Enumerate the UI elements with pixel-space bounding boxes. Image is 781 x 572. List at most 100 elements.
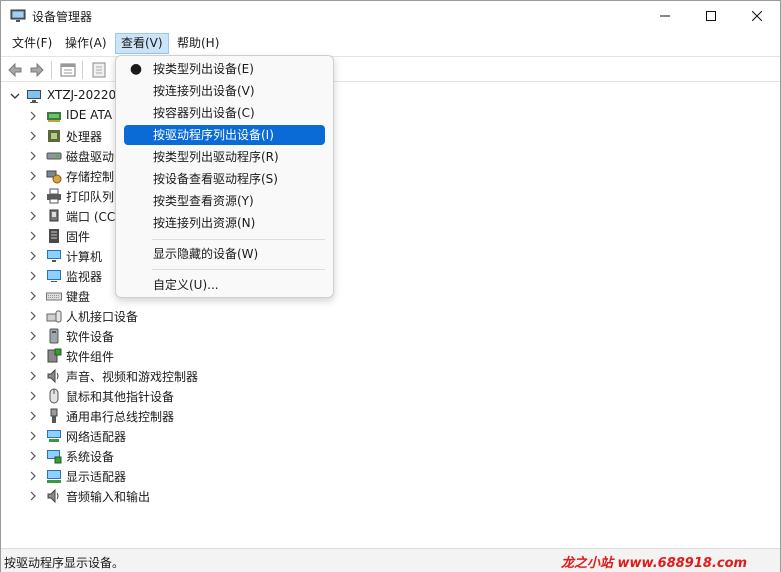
- close-button[interactable]: [734, 1, 780, 31]
- tree-root-label: XTZJ-20220: [47, 88, 117, 102]
- tree-category-row[interactable]: 声音、视频和游戏控制器: [1, 366, 780, 386]
- menu-item-drivers-by-type[interactable]: 按类型列出驱动程序(R): [124, 147, 325, 167]
- menu-item-by-driver[interactable]: 按驱动程序列出设备(I): [124, 125, 325, 145]
- view-dropdown-menu: ● 按类型列出设备(E) 按连接列出设备(V) 按容器列出设备(C) 按驱动程序…: [115, 55, 334, 298]
- minimize-button[interactable]: [642, 1, 688, 31]
- toolbar-separator: [82, 61, 83, 79]
- network-adapter-icon: [46, 428, 62, 444]
- menu-item-by-connection[interactable]: 按连接列出设备(V): [124, 81, 325, 101]
- chevron-right-icon[interactable]: [28, 130, 38, 142]
- chevron-right-icon[interactable]: [28, 230, 38, 242]
- tree-category-row[interactable]: 通用串行总线控制器: [1, 406, 780, 426]
- menu-action[interactable]: 操作(A): [60, 33, 112, 54]
- keyboard-icon: [46, 288, 62, 304]
- tree-category-row[interactable]: 音频输入和输出: [1, 486, 780, 506]
- tree-category-label: 端口 (CC: [66, 210, 116, 224]
- chevron-right-icon[interactable]: [28, 250, 38, 262]
- menu-item-label: 按连接列出设备(V): [153, 84, 255, 98]
- menu-file[interactable]: 文件(F): [7, 33, 57, 54]
- menu-item-label: 自定义(U)...: [153, 278, 219, 292]
- display-adapter-icon: [46, 468, 62, 484]
- menu-item-label: 按类型查看资源(Y): [153, 194, 254, 208]
- chevron-right-icon[interactable]: [28, 410, 38, 422]
- software-device-icon: [46, 328, 62, 344]
- tree-category-label: 打印队列: [66, 190, 115, 204]
- chevron-right-icon[interactable]: [28, 190, 38, 202]
- tree-category-row[interactable]: 系统设备: [1, 446, 780, 466]
- status-text: 按驱动程序显示设备。: [4, 556, 125, 570]
- chevron-right-icon[interactable]: [28, 330, 38, 342]
- audio-io-icon: [46, 488, 62, 504]
- menu-item-label: 按容器列出设备(C): [153, 106, 255, 120]
- tree-category-label: 软件组件: [66, 350, 115, 364]
- chevron-right-icon[interactable]: [28, 270, 38, 282]
- tree-category-label: 通用串行总线控制器: [66, 410, 175, 424]
- chevron-right-icon[interactable]: [28, 430, 38, 442]
- speaker-icon: [46, 368, 62, 384]
- chevron-down-icon[interactable]: [10, 90, 20, 102]
- menu-view[interactable]: 查看(V): [115, 33, 169, 54]
- chevron-right-icon[interactable]: [28, 350, 38, 362]
- menu-bar: 文件(F) 操作(A) 查看(V) 帮助(H): [1, 31, 780, 55]
- chevron-right-icon[interactable]: [28, 470, 38, 482]
- disk-drive-icon: [46, 148, 62, 164]
- title-bar: 设备管理器: [1, 1, 780, 31]
- watermark: 龙之小站 www.688918.com: [561, 556, 748, 571]
- port-icon: [46, 208, 62, 224]
- menu-item-customize[interactable]: 自定义(U)...: [124, 275, 325, 295]
- chevron-right-icon[interactable]: [28, 170, 38, 182]
- menu-item-by-type[interactable]: ● 按类型列出设备(E): [124, 59, 325, 79]
- window-title: 设备管理器: [32, 10, 93, 24]
- tree-category-label: 人机接口设备: [66, 310, 139, 324]
- usb-icon: [46, 408, 62, 424]
- toolbar-separator: [51, 61, 52, 79]
- tree-category-label: 系统设备: [66, 450, 115, 464]
- tree-category-label: 处理器: [66, 130, 103, 144]
- menu-item-label: 按类型列出驱动程序(R): [153, 150, 279, 164]
- menu-separator: [152, 239, 325, 240]
- tree-category-label: 存储控制: [66, 170, 115, 184]
- menu-item-by-container[interactable]: 按容器列出设备(C): [124, 103, 325, 123]
- chevron-right-icon[interactable]: [28, 150, 38, 162]
- chevron-right-icon[interactable]: [28, 490, 38, 502]
- chevron-right-icon[interactable]: [28, 210, 38, 222]
- menu-item-resources-by-connection[interactable]: 按连接列出资源(N): [124, 213, 325, 233]
- forward-button[interactable]: [27, 60, 47, 80]
- monitor-icon: [46, 268, 62, 284]
- maximize-button[interactable]: [688, 1, 734, 31]
- status-bar: 按驱动程序显示设备。 龙之小站 www.688918.com: [1, 548, 780, 572]
- chevron-right-icon[interactable]: [28, 450, 38, 462]
- tree-category-label: 软件设备: [66, 330, 115, 344]
- tree-category-row[interactable]: 软件设备: [1, 326, 780, 346]
- tree-category-label: 监视器: [66, 270, 103, 284]
- properties-toolbar-button[interactable]: [58, 60, 78, 80]
- menu-item-label: 显示隐藏的设备(W): [153, 247, 259, 261]
- chevron-right-icon[interactable]: [28, 290, 38, 302]
- chevron-right-icon[interactable]: [28, 370, 38, 382]
- tree-category-label: 磁盘驱动: [66, 150, 115, 164]
- tree-category-label: 计算机: [66, 250, 103, 264]
- storage-controller-icon: [46, 168, 62, 184]
- chevron-right-icon[interactable]: [28, 110, 38, 122]
- software-component-icon: [46, 348, 62, 364]
- computer-icon: [46, 248, 62, 264]
- tree-category-label: 声音、视频和游戏控制器: [66, 370, 199, 384]
- tree-category-label: 键盘: [66, 290, 91, 304]
- tree-category-label: 音频输入和输出: [66, 490, 151, 504]
- tree-category-row[interactable]: 网络适配器: [1, 426, 780, 446]
- tree-category-row[interactable]: 鼠标和其他指针设备: [1, 386, 780, 406]
- menu-help[interactable]: 帮助(H): [172, 33, 224, 54]
- chevron-right-icon[interactable]: [28, 310, 38, 322]
- tree-category-row[interactable]: 显示适配器: [1, 466, 780, 486]
- chevron-right-icon[interactable]: [28, 390, 38, 402]
- menu-item-resources-by-type[interactable]: 按类型查看资源(Y): [124, 191, 325, 211]
- tree-category-row[interactable]: 人机接口设备: [1, 306, 780, 326]
- tree-category-row[interactable]: 软件组件: [1, 346, 780, 366]
- tree-category-label: IDE ATA: [66, 108, 113, 122]
- hid-icon: [46, 308, 62, 324]
- tree-category-label: 固件: [66, 230, 91, 244]
- back-button[interactable]: [5, 60, 25, 80]
- menu-item-drivers-by-device[interactable]: 按设备查看驱动程序(S): [124, 169, 325, 189]
- menu-item-show-hidden[interactable]: 显示隐藏的设备(W): [124, 244, 325, 264]
- help-toolbar-button[interactable]: [89, 60, 109, 80]
